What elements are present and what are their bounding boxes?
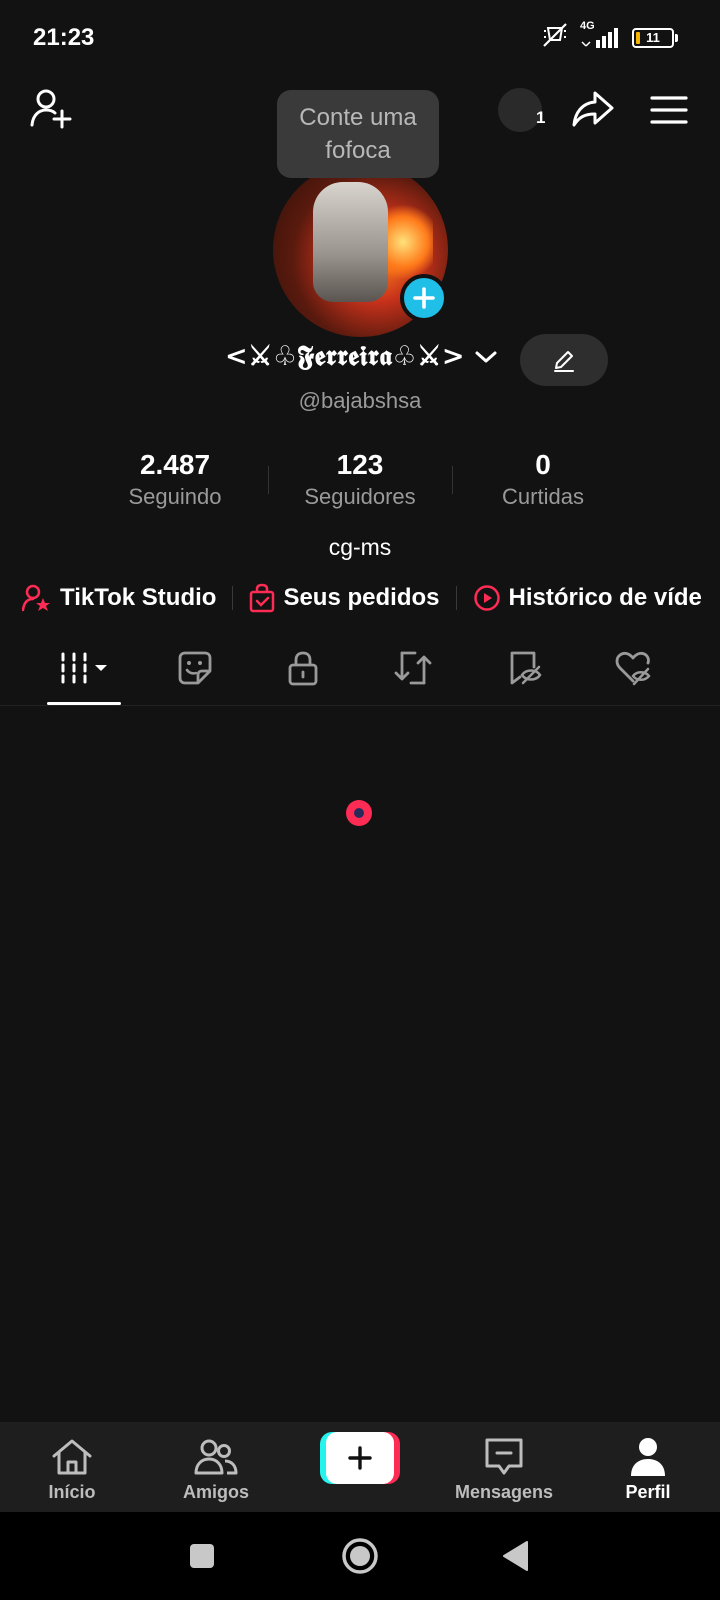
bottom-navigation: Início Amigos Mensagens Perfil [0,1422,720,1512]
circle-home-icon [342,1538,378,1574]
stat-likes-label: Curtidas [502,484,584,509]
notifications-button[interactable]: 1 [498,88,550,134]
username-row: <⚔♧𝕱𝖊𝖗𝖗𝖊𝖎𝖗𝖆♧⚔> [0,335,720,385]
quick-link-label: Histórico de víde [508,584,702,611]
nav-label-friends: Amigos [182,1482,249,1502]
orders-link[interactable]: Seus pedidos [249,583,440,613]
person-star-icon [22,584,50,612]
sticker-icon [178,651,212,685]
stat-followers-value: 123 [336,449,384,480]
tab-videos[interactable] [40,630,130,706]
message-icon [483,1434,525,1480]
grid-icon [61,652,107,684]
signal-icon: 4G [580,20,622,50]
menu-button[interactable] [648,90,690,130]
stat-likes[interactable]: 0 Curtidas [453,448,633,510]
status-prompt-tooltip[interactable]: Conte uma fofoca [277,90,439,178]
back-triangle-icon [503,1541,528,1571]
tab-stickers[interactable] [150,630,240,706]
nav-home[interactable]: Início [12,1422,132,1512]
tab-favorites[interactable] [480,630,570,706]
quick-link-label: Seus pedidos [283,584,440,611]
status-time: 21:23 [33,24,95,51]
watch-history-link[interactable]: Histórico de víde [473,584,702,612]
lock-icon [288,651,318,686]
nav-label-home: Início [48,1482,96,1502]
system-navigation-bar [0,1512,720,1600]
active-tab-indicator [47,702,121,705]
profile-icon [629,1434,667,1480]
loading-spinner [346,800,372,826]
share-arrow-icon [572,91,614,127]
shopping-bag-icon [250,583,275,613]
status-icons: 4G 11 [540,20,678,53]
stat-divider [268,466,269,494]
stat-followers-label: Seguidores [304,484,416,509]
stat-following-value: 2.487 [139,449,211,480]
profile-bio: cg-ms [328,534,392,560]
create-button[interactable] [320,1432,400,1484]
tiktok-studio-link[interactable]: TikTok Studio [22,584,216,612]
network-type: 4G [580,19,595,32]
add-story-button[interactable] [400,274,448,322]
battery-icon: 11 [632,27,678,48]
pencil-icon [554,351,574,372]
tab-reposts[interactable] [368,630,458,706]
profile-stats: 2.487 Seguindo 123 Seguidores 0 Curtidas [85,448,635,518]
divider [455,586,457,610]
heart-hidden-icon [615,651,651,686]
play-circle-icon [473,585,500,611]
friends-icon [193,1434,239,1480]
stat-following-label: Seguindo [128,484,222,509]
bookmark-hidden-icon [510,651,542,685]
display-name[interactable]: <⚔♧𝕱𝖊𝖗𝖗𝖊𝖎𝖗𝖆♧⚔> [225,341,465,373]
add-friend-button[interactable] [28,86,74,132]
nav-label-messages: Mensagens [454,1482,554,1502]
back-button[interactable] [496,1512,536,1600]
stat-followers[interactable]: 123 Seguidores [270,448,450,510]
stat-following[interactable]: 2.487 Seguindo [85,448,265,510]
plus-icon [326,1432,394,1484]
hamburger-menu-icon [650,96,688,124]
status-bar: 21:23 4G 11 [0,0,720,78]
tab-liked[interactable] [588,630,678,706]
stat-likes-value: 0 [535,449,551,480]
nav-friends[interactable]: Amigos [156,1422,276,1512]
quick-links: TikTok Studio Seus pedidos Histórico de … [22,578,702,618]
content-tabs [0,630,720,706]
notification-count: 1 [536,108,546,127]
battery-level: 11 [646,30,660,45]
square-icon [190,1544,214,1568]
share-profile-button[interactable] [570,86,616,132]
repost-icon [394,651,432,685]
nav-label-profile: Perfil [625,1482,671,1502]
nav-messages[interactable]: Mensagens [444,1422,564,1512]
tab-private[interactable] [258,630,348,706]
account-switch-chevron-icon[interactable] [474,347,498,372]
quick-link-label: TikTok Studio [60,584,217,611]
nav-profile[interactable]: Perfil [588,1422,708,1512]
edit-profile-button[interactable] [520,334,608,386]
home-system-button[interactable] [336,1512,384,1600]
user-handle: @bajabshsa [298,388,422,413]
add-person-icon [30,89,72,129]
recent-apps-button[interactable] [180,1512,224,1600]
mute-vibrate-icon [540,22,570,53]
home-icon [50,1434,94,1480]
plus-icon [413,287,435,309]
divider [232,586,234,610]
